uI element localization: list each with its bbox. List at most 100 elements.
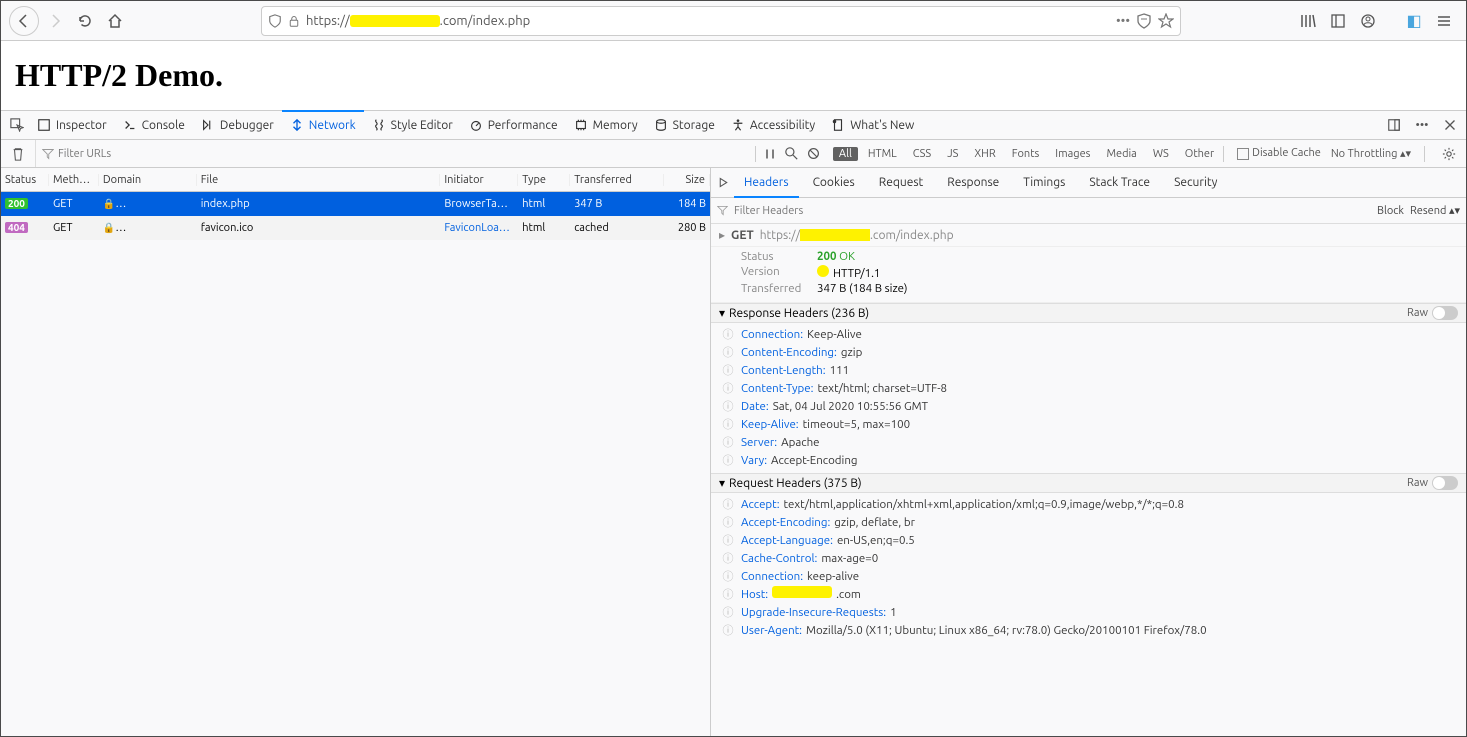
header-row: ⓘUpgrade-Insecure-Requests: 1 — [719, 603, 1458, 621]
col-file[interactable]: File — [197, 174, 441, 186]
tab-memory[interactable]: Memory — [566, 111, 646, 139]
raw-toggle[interactable] — [1432, 476, 1458, 490]
col-initiator[interactable]: Initiator — [440, 174, 518, 186]
header-row: ⓘContent-Length: 111 — [719, 361, 1458, 379]
reader-icon[interactable] — [1136, 13, 1152, 29]
col-size[interactable]: Size — [664, 174, 710, 186]
request-url-line: ▸ GET https://.com/index.php — [711, 224, 1466, 247]
filter-headers-input[interactable] — [734, 205, 1371, 217]
tab-storage[interactable]: Storage — [646, 111, 723, 139]
request-detail: HeadersCookiesRequestResponseTimingsStac… — [711, 168, 1466, 736]
detail-tab-response[interactable]: Response — [937, 168, 1009, 197]
resend-dropdown[interactable]: Resend ▴▾ — [1410, 204, 1460, 217]
page-title: HTTP/2 Demo. — [15, 57, 1452, 94]
throttling-dropdown[interactable]: No Throttling ▴▾ — [1331, 147, 1411, 160]
disable-cache-checkbox[interactable]: Disable Cache — [1237, 147, 1321, 159]
header-row: ⓘUser-Agent: Mozilla/5.0 (X11; Ubuntu; L… — [719, 621, 1458, 639]
forward-button — [41, 7, 69, 35]
clear-icon[interactable] — [7, 143, 29, 165]
lock-icon — [288, 15, 300, 27]
close-devtools-icon[interactable] — [1438, 113, 1462, 137]
devtools-panel: InspectorConsoleDebuggerNetworkStyle Edi… — [1, 111, 1466, 736]
header-row: ⓘConnection: keep-alive — [719, 567, 1458, 585]
detail-tab-headers[interactable]: Headers — [734, 169, 799, 198]
account-icon[interactable] — [1354, 7, 1382, 35]
dock-icon[interactable] — [1382, 113, 1406, 137]
url-bar[interactable]: https://.com/index.php ••• — [261, 6, 1181, 36]
filter-js[interactable]: JS — [941, 147, 964, 161]
detail-tab-stack-trace[interactable]: Stack Trace — [1079, 168, 1160, 197]
request-headers-section[interactable]: ▾ Request Headers (375 B)Raw — [711, 473, 1466, 493]
col-transferred[interactable]: Transferred — [570, 174, 664, 186]
back-button[interactable] — [9, 6, 39, 36]
col-status[interactable]: Status — [1, 174, 49, 186]
header-row: ⓘContent-Type: text/html; charset=UTF-8 — [719, 379, 1458, 397]
network-toolbar: All HTML CSS JS XHR FontsImages Media WS Other D… — [1, 140, 1466, 168]
detail-tab-timings[interactable]: Timings — [1013, 168, 1075, 197]
raw-toggle[interactable] — [1432, 306, 1458, 320]
tab-debugger[interactable]: Debugger — [193, 111, 282, 139]
toggle-panel-icon[interactable] — [717, 176, 730, 189]
page-content: HTTP/2 Demo. — [1, 41, 1466, 111]
header-row: ⓘAccept: text/html,application/xhtml+xml… — [719, 495, 1458, 513]
browser-toolbar: https://.com/index.php ••• ◧ — [1, 1, 1466, 41]
tab-performance[interactable]: Performance — [461, 111, 566, 139]
header-row: ⓘDate: Sat, 04 Jul 2020 10:55:56 GMT — [719, 397, 1458, 415]
header-row: ⓘAccept-Encoding: gzip, deflate, br — [719, 513, 1458, 531]
response-headers-section[interactable]: ▾ Response Headers (236 B)Raw — [711, 303, 1466, 323]
filter-html[interactable]: HTML — [862, 147, 903, 161]
detail-tab-security[interactable]: Security — [1164, 168, 1227, 197]
filter-css[interactable]: CSS — [907, 147, 937, 161]
header-row: ⓘHost: .com — [719, 585, 1458, 603]
block-button[interactable]: Block — [1377, 205, 1404, 217]
library-icon[interactable] — [1294, 7, 1322, 35]
request-list: Status Meth… Domain File Initiator Type … — [1, 168, 711, 736]
bookmark-icon[interactable] — [1158, 13, 1174, 29]
devtools-tabs: InspectorConsoleDebuggerNetworkStyle Edi… — [1, 111, 1466, 140]
filter-icon — [717, 205, 728, 216]
filter-media[interactable]: Media — [1100, 147, 1142, 161]
tab-inspector[interactable]: Inspector — [29, 111, 115, 139]
filter-fonts[interactable]: Fonts — [1006, 147, 1046, 161]
header-row: ⓘKeep-Alive: timeout=5, max=100 — [719, 415, 1458, 433]
detail-tab-request[interactable]: Request — [869, 168, 934, 197]
settings-icon[interactable] — [1438, 143, 1460, 165]
filter-images[interactable]: Images — [1049, 147, 1096, 161]
extension-icon[interactable]: ◧ — [1400, 7, 1428, 35]
filter-icon — [42, 148, 54, 160]
filter-urls-input[interactable] — [58, 148, 178, 160]
filter-xhr[interactable]: XHR — [968, 147, 1001, 161]
col-method[interactable]: Meth… — [49, 174, 99, 186]
ellipsis-icon[interactable]: ••• — [1116, 14, 1130, 28]
tab-accessibility[interactable]: Accessibility — [723, 111, 823, 139]
filter-ws[interactable]: WS — [1147, 147, 1175, 161]
filter-all[interactable]: All — [833, 147, 858, 161]
header-row: ⓘCache-Control: max-age=0 — [719, 549, 1458, 567]
tab-style-editor[interactable]: Style Editor — [364, 111, 461, 139]
request-row[interactable]: 200GET🔒…index.phpBrowserTa…html347 B184 … — [1, 192, 710, 216]
menu-icon[interactable] — [1430, 7, 1458, 35]
more-icon[interactable]: ••• — [1410, 113, 1434, 137]
filter-other[interactable]: Other — [1179, 147, 1220, 161]
header-row: ⓘAccept-Language: en-US,en;q=0.5 — [719, 531, 1458, 549]
search-icon[interactable] — [781, 143, 803, 165]
shield-icon — [268, 14, 282, 28]
reload-button[interactable] — [71, 7, 99, 35]
block-icon[interactable] — [803, 143, 825, 165]
detail-tab-cookies[interactable]: Cookies — [803, 168, 865, 197]
pause-icon[interactable] — [759, 143, 781, 165]
header-row: ⓘVary: Accept-Encoding — [719, 451, 1458, 469]
tab-console[interactable]: Console — [115, 111, 193, 139]
header-row: ⓘConnection: Keep-Alive — [719, 325, 1458, 343]
col-type[interactable]: Type — [518, 174, 570, 186]
col-domain[interactable]: Domain — [99, 174, 197, 186]
request-row[interactable]: 404GET🔒…favicon.icoFaviconLoa…htmlcached… — [1, 216, 710, 240]
sidebar-icon[interactable] — [1324, 7, 1352, 35]
header-row: ⓘServer: Apache — [719, 433, 1458, 451]
tab-what-s-new[interactable]: What's New — [823, 111, 922, 139]
redacted-domain — [350, 15, 440, 27]
home-button[interactable] — [101, 7, 129, 35]
tab-network[interactable]: Network — [282, 110, 364, 138]
picker-icon[interactable] — [5, 113, 29, 137]
header-row: ⓘContent-Encoding: gzip — [719, 343, 1458, 361]
